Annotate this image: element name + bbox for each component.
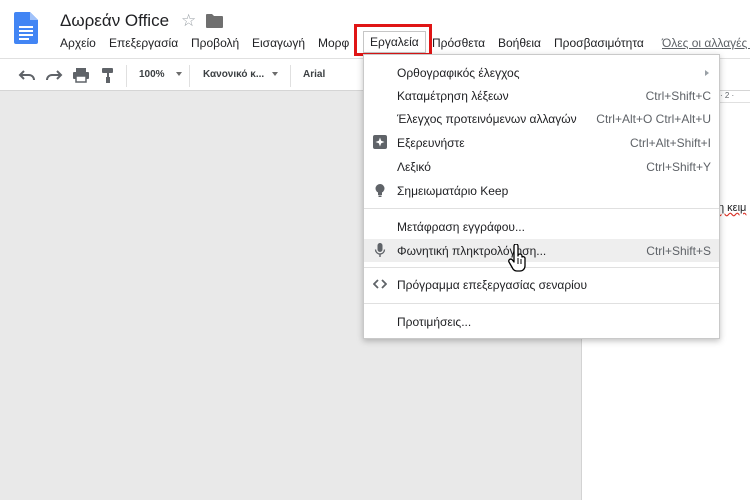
all-changes-saved-link[interactable]: Όλες οι αλλαγές ο: [662, 36, 750, 50]
star-icon[interactable]: ☆: [181, 12, 196, 30]
zoom-select[interactable]: 100%: [139, 69, 165, 80]
menu-item-word-count[interactable]: Καταμέτρηση λέξεων Ctrl+Shift+C: [364, 84, 719, 107]
tools-dropdown-menu: Ορθογραφικός έλεγχος Καταμέτρηση λέξεων …: [363, 54, 720, 339]
font-select[interactable]: Arial: [303, 69, 325, 80]
undo-icon[interactable]: [18, 67, 36, 83]
paragraph-style-select[interactable]: Κανονικό κ...: [203, 69, 264, 80]
menu-item-review-suggested-edits[interactable]: Έλεγχος προτεινόμενων αλλαγών Ctrl+Alt+O…: [364, 107, 719, 130]
menu-edit[interactable]: Επεξεργασία: [109, 36, 178, 50]
menu-accessibility[interactable]: Προσβασιμότητα: [554, 36, 644, 50]
ruler[interactable]: · 2 ·: [720, 91, 750, 103]
document-text[interactable]: η κειμ: [718, 202, 746, 214]
menu-file[interactable]: Αρχείο: [60, 36, 96, 50]
hand-cursor-icon: [508, 244, 526, 272]
menu-help[interactable]: Βοήθεια: [498, 36, 541, 50]
menu-item-dictionary[interactable]: Λεξικό Ctrl+Shift+Y: [364, 155, 719, 178]
menu-item-script-editor[interactable]: Πρόγραμμα επεξεργασίας σεναρίου: [364, 273, 719, 296]
menu-item-voice-typing[interactable]: Φωνητική πληκτρολόγηση... Ctrl+Shift+S: [364, 239, 719, 262]
lightbulb-icon: [375, 184, 385, 197]
docs-logo-icon[interactable]: [14, 12, 38, 44]
menu-separator: [364, 303, 719, 304]
explore-icon: [373, 135, 387, 149]
code-brackets-icon: [373, 279, 387, 289]
menu-addons[interactable]: Πρόσθετα: [432, 36, 485, 50]
style-caret-icon: [272, 72, 278, 76]
submenu-arrow-icon: [705, 70, 709, 76]
menu-tools[interactable]: Εργαλεία: [363, 31, 426, 53]
menu-insert[interactable]: Εισαγωγή: [252, 36, 305, 50]
menu-item-spelling[interactable]: Ορθογραφικός έλεγχος: [364, 61, 719, 84]
header-bar: Δωρεάν Office ☆ Αρχείο Επεξεργασία Προβο…: [0, 0, 750, 58]
menu-separator: [364, 267, 719, 268]
menu-item-explore[interactable]: Εξερευνήστε Ctrl+Alt+Shift+I: [364, 131, 719, 154]
toolbar-separator: [189, 65, 190, 87]
zoom-caret-icon: [176, 72, 182, 76]
document-title[interactable]: Δωρεάν Office: [60, 11, 169, 31]
menu-item-keep-notepad[interactable]: Σημειωματάριο Keep: [364, 179, 719, 202]
microphone-icon: [374, 243, 386, 257]
menu-item-translate-document[interactable]: Μετάφραση εγγράφου...: [364, 215, 719, 238]
toolbar-separator: [290, 65, 291, 87]
menu-view[interactable]: Προβολή: [191, 36, 239, 50]
menu-format[interactable]: Μορφ: [318, 36, 349, 50]
toolbar-separator: [126, 65, 127, 87]
print-icon[interactable]: [72, 67, 90, 83]
folder-icon[interactable]: [206, 14, 223, 28]
redo-icon[interactable]: [45, 67, 63, 83]
paint-format-icon[interactable]: [99, 67, 117, 83]
menu-item-preferences[interactable]: Προτιμήσεις...: [364, 310, 719, 333]
menu-separator: [364, 208, 719, 209]
